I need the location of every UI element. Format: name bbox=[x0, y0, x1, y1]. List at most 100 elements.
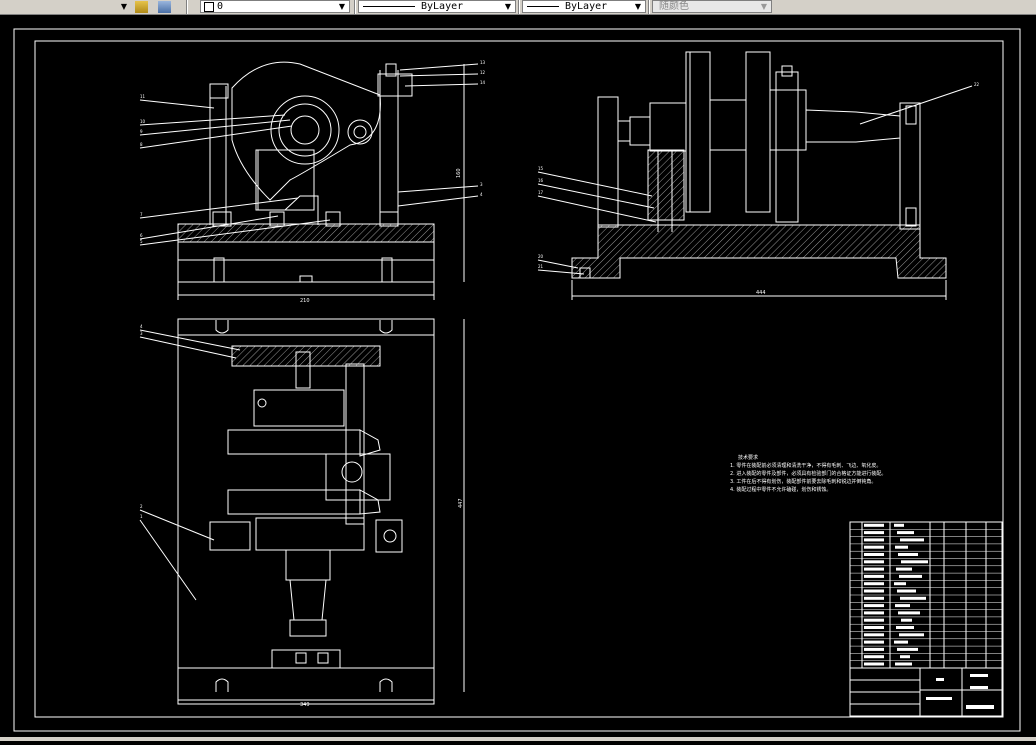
tech-note-1: 1. 零件在装配前必须清理和清洗干净，不得有毛刺、飞边、氧化皮。 bbox=[730, 462, 881, 469]
svg-text:13: 13 bbox=[480, 60, 486, 65]
tech-note-2: 2. 进入装配的零件及部件，必须具有检验部门的合格证方能进行装配。 bbox=[730, 470, 886, 477]
plotstyle-value: 随颜色 bbox=[659, 1, 689, 12]
parts-row-code bbox=[864, 531, 884, 535]
parts-row-code bbox=[864, 655, 884, 659]
dim-front-height: 160 bbox=[456, 168, 462, 178]
parts-row-code bbox=[864, 574, 884, 578]
tech-title: 技术要求 bbox=[738, 454, 758, 461]
parts-row-code bbox=[864, 611, 884, 615]
parts-row-text bbox=[896, 626, 914, 629]
svg-text:5: 5 bbox=[140, 239, 143, 244]
properties-toolbar: ▼ 0 ▼ ByLayer ▼ ByLayer ▼ 随颜色 ▼ bbox=[0, 0, 1036, 15]
dim-front-width: 210 bbox=[300, 298, 310, 304]
parts-row-code bbox=[864, 647, 884, 651]
parts-row-code bbox=[864, 553, 884, 556]
parts-row-code bbox=[864, 604, 884, 608]
parts-row-text bbox=[898, 611, 920, 615]
parts-row-text bbox=[895, 604, 910, 608]
parts-row-text bbox=[896, 567, 912, 571]
svg-text:2: 2 bbox=[140, 504, 143, 509]
svg-text:12: 12 bbox=[480, 70, 486, 75]
svg-text:22: 22 bbox=[974, 82, 980, 87]
parts-row-text bbox=[900, 596, 926, 600]
lineweight-sample bbox=[527, 5, 559, 7]
parts-row-text bbox=[895, 545, 908, 549]
parts-row-code bbox=[864, 596, 884, 600]
parts-row-text bbox=[898, 553, 918, 556]
parts-row-code bbox=[864, 589, 884, 593]
dim-plan-height: 447 bbox=[458, 498, 464, 508]
svg-text:4: 4 bbox=[140, 324, 143, 329]
dropdown-arrow-icon[interactable]: ▼ bbox=[118, 0, 130, 13]
svg-text:16: 16 bbox=[538, 178, 544, 183]
svg-text:14: 14 bbox=[480, 80, 486, 85]
lineweight-value: ByLayer bbox=[565, 1, 608, 12]
parts-row-text bbox=[894, 523, 904, 527]
chevron-down-icon[interactable]: ▼ bbox=[758, 0, 770, 13]
parts-row-code bbox=[864, 567, 884, 571]
parts-row-text bbox=[897, 647, 918, 651]
svg-text:3: 3 bbox=[480, 182, 483, 187]
chevron-down-icon[interactable]: ▼ bbox=[632, 0, 644, 13]
dim-side-width: 444 bbox=[756, 290, 766, 296]
parts-row-code bbox=[864, 640, 884, 644]
parts-row-code bbox=[864, 618, 884, 622]
layer-swatch-icon bbox=[204, 2, 214, 12]
parts-row-code bbox=[864, 523, 884, 527]
svg-text:17: 17 bbox=[538, 190, 544, 195]
svg-text:1: 1 bbox=[140, 514, 143, 519]
chevron-down-icon[interactable]: ▼ bbox=[336, 0, 348, 13]
parts-row-text bbox=[899, 633, 924, 637]
lineweight-select[interactable]: ByLayer bbox=[522, 0, 646, 13]
layer-select[interactable]: 0 bbox=[200, 0, 350, 13]
layer-stack-icon[interactable] bbox=[158, 1, 171, 13]
parts-row-code bbox=[864, 626, 884, 629]
parts-row-code bbox=[864, 633, 884, 637]
svg-text:6: 6 bbox=[140, 233, 143, 238]
svg-text:7: 7 bbox=[140, 212, 143, 217]
model-space-canvas[interactable]: 210 160 11 10 9 8 765 13 12 14 34 444 15… bbox=[0, 15, 1036, 741]
linetype-value: ByLayer bbox=[421, 1, 464, 12]
side-view: 444 15 16 17 20 21 22 bbox=[537, 51, 980, 300]
title-block bbox=[849, 521, 1003, 717]
outer-frame bbox=[13, 28, 1021, 732]
parts-row-text bbox=[895, 662, 912, 666]
tech-note-3: 3. 工件在后不得有划伤，装配部件前要去除毛刺和锐边并倒钝角。 bbox=[730, 478, 876, 485]
front-view: 210 160 11 10 9 8 7 65 13 12 14 3 4 bbox=[139, 60, 486, 304]
tech-note-4: 4. 装配过程中零件不允许磕碰，划伤和锈蚀。 bbox=[730, 486, 831, 493]
svg-text:21: 21 bbox=[538, 264, 544, 269]
parts-row-text bbox=[900, 538, 924, 542]
svg-text:15: 15 bbox=[538, 166, 544, 171]
parts-row-code bbox=[864, 560, 884, 564]
linetype-sample bbox=[363, 5, 415, 7]
plotstyle-select[interactable]: 随颜色 bbox=[652, 0, 772, 13]
parts-row-text bbox=[901, 618, 912, 622]
svg-text:9: 9 bbox=[140, 129, 143, 134]
parts-row-code bbox=[864, 545, 884, 549]
svg-text:3: 3 bbox=[140, 331, 143, 336]
parts-row-text bbox=[900, 655, 910, 659]
parts-row-text bbox=[897, 589, 916, 593]
linetype-select[interactable]: ByLayer bbox=[358, 0, 516, 13]
svg-text:11: 11 bbox=[140, 94, 146, 99]
svg-text:4: 4 bbox=[480, 192, 483, 197]
parts-row-text bbox=[894, 640, 908, 644]
drawing-svg: 210 160 111098 765 131214 34 444 151617 … bbox=[13, 28, 1021, 732]
parts-row-text bbox=[899, 574, 922, 578]
dim-plan-width: 349 bbox=[300, 702, 310, 708]
parts-row-text bbox=[897, 531, 914, 535]
layer-value: 0 bbox=[217, 1, 224, 12]
parts-row-code bbox=[864, 538, 884, 542]
svg-text:10: 10 bbox=[140, 119, 146, 124]
parts-row-code bbox=[864, 662, 884, 666]
plan-view: 349 447 4 3 2 1 bbox=[139, 318, 465, 708]
svg-text:20: 20 bbox=[538, 254, 544, 259]
command-line-strip bbox=[0, 737, 1036, 741]
layer-state-icon[interactable] bbox=[135, 1, 148, 13]
technical-notes: 技术要求 1. 零件在装配前必须清理和清洗干净，不得有毛刺、飞边、氧化皮。 2.… bbox=[730, 454, 886, 493]
chevron-down-icon[interactable]: ▼ bbox=[502, 0, 514, 13]
parts-row-text bbox=[894, 582, 906, 586]
parts-row-code bbox=[864, 582, 884, 586]
svg-text:8: 8 bbox=[140, 142, 143, 147]
parts-row-text bbox=[901, 560, 928, 564]
